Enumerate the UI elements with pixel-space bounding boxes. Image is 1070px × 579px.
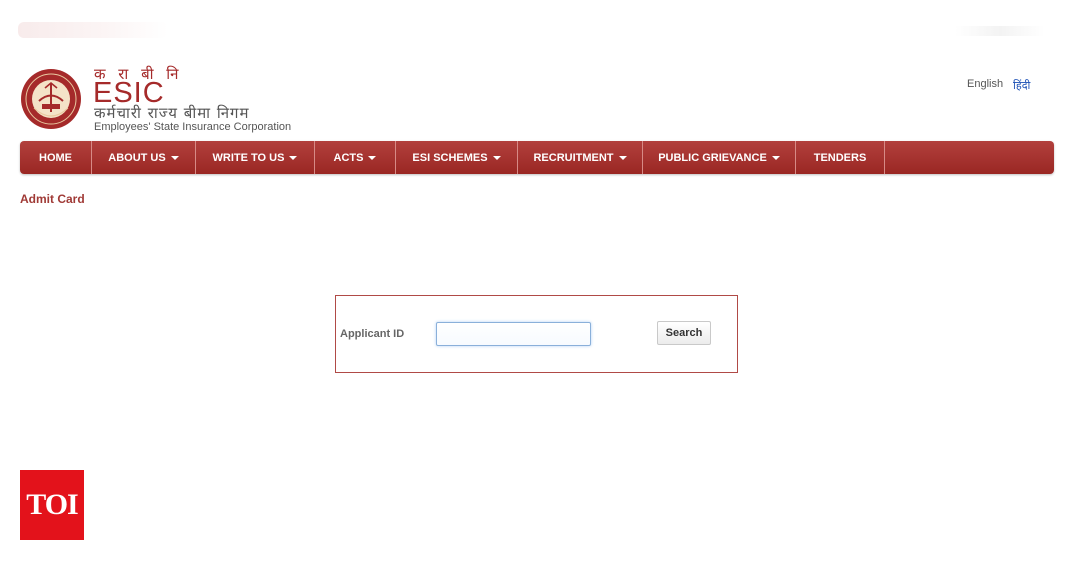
main-nav: HOME ABOUT US WRITE TO US ACTS ESI SCHEM… [20, 141, 1054, 174]
nav-item-acts[interactable]: ACTS [315, 141, 396, 174]
nav-item-label: RECRUITMENT [533, 151, 614, 164]
applicant-search-panel: Applicant ID Search [335, 295, 738, 373]
nav-item-recruitment[interactable]: RECRUITMENT [518, 141, 643, 174]
nav-item-write-to-us[interactable]: WRITE TO US [196, 141, 315, 174]
caret-down-icon [289, 155, 298, 160]
nav-item-esi-schemes[interactable]: ESI SCHEMES [396, 141, 518, 174]
caret-down-icon [170, 155, 179, 160]
top-faded-strip [18, 22, 168, 38]
nav-item-about-us[interactable]: ABOUT US [92, 141, 196, 174]
search-button[interactable]: Search [657, 321, 711, 345]
nav-item-public-grievance[interactable]: PUBLIC GRIEVANCE [643, 141, 796, 174]
nav-item-label: ESI SCHEMES [412, 151, 488, 164]
caret-down-icon [771, 155, 780, 160]
top-faded-strip-right [955, 26, 1045, 36]
caret-down-icon [618, 155, 627, 160]
toi-watermark: TOI [20, 470, 84, 540]
nav-item-label: PUBLIC GRIEVANCE [658, 151, 767, 164]
caret-down-icon [368, 155, 377, 160]
nav-item-label: ACTS [333, 151, 364, 164]
page-title: Admit Card [20, 192, 85, 206]
nav-item-tenders[interactable]: TENDERS [796, 141, 885, 174]
esic-emblem-icon[interactable] [20, 68, 82, 130]
brand-english-subtitle: Employees' State Insurance Corporation [94, 121, 292, 133]
nav-item-label: TENDERS [813, 151, 867, 164]
nav-item-label: ABOUT US [108, 151, 166, 164]
nav-item-label: HOME [39, 151, 72, 164]
caret-down-icon [492, 155, 501, 160]
applicant-id-label: Applicant ID [340, 328, 405, 340]
language-english-link[interactable]: English [967, 78, 1003, 90]
language-hindi-link[interactable]: हिंदी [1013, 78, 1030, 93]
applicant-id-input[interactable] [436, 322, 591, 346]
nav-item-home[interactable]: HOME [20, 141, 92, 174]
nav-item-label: WRITE TO US [212, 151, 285, 164]
brand-hindi-full: कर्मचारी राज्य बीमा निगम [94, 104, 250, 122]
